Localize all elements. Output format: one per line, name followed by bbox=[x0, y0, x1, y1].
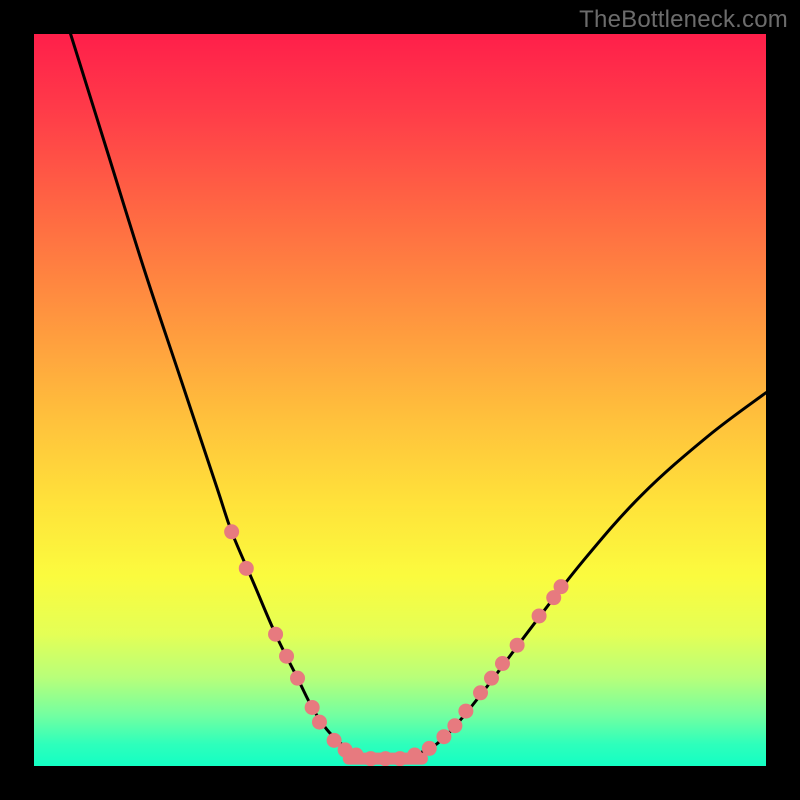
curve-marker bbox=[363, 751, 378, 766]
curve-marker bbox=[447, 718, 462, 733]
curve-marker bbox=[290, 671, 305, 686]
curve-marker bbox=[268, 627, 283, 642]
curve-marker bbox=[510, 638, 525, 653]
curve-markers bbox=[224, 524, 568, 766]
chart-svg bbox=[34, 34, 766, 766]
bottleneck-curve bbox=[71, 34, 766, 759]
curve-marker bbox=[532, 608, 547, 623]
curve-marker bbox=[458, 704, 473, 719]
curve-marker bbox=[473, 685, 488, 700]
curve-marker bbox=[407, 748, 422, 763]
chart-plot-area bbox=[34, 34, 766, 766]
curve-marker bbox=[554, 579, 569, 594]
curve-marker bbox=[279, 649, 294, 664]
curve-marker bbox=[305, 700, 320, 715]
curve-marker bbox=[495, 656, 510, 671]
curve-marker bbox=[239, 561, 254, 576]
chart-frame: TheBottleneck.com bbox=[0, 0, 800, 800]
curve-marker bbox=[378, 751, 393, 766]
watermark-text: TheBottleneck.com bbox=[579, 6, 788, 34]
curve-marker bbox=[393, 751, 408, 766]
curve-group bbox=[71, 34, 766, 766]
curve-marker bbox=[422, 741, 437, 756]
curve-marker bbox=[484, 671, 499, 686]
curve-marker bbox=[349, 748, 364, 763]
curve-marker bbox=[312, 715, 327, 730]
curve-marker bbox=[436, 729, 451, 744]
curve-marker bbox=[224, 524, 239, 539]
